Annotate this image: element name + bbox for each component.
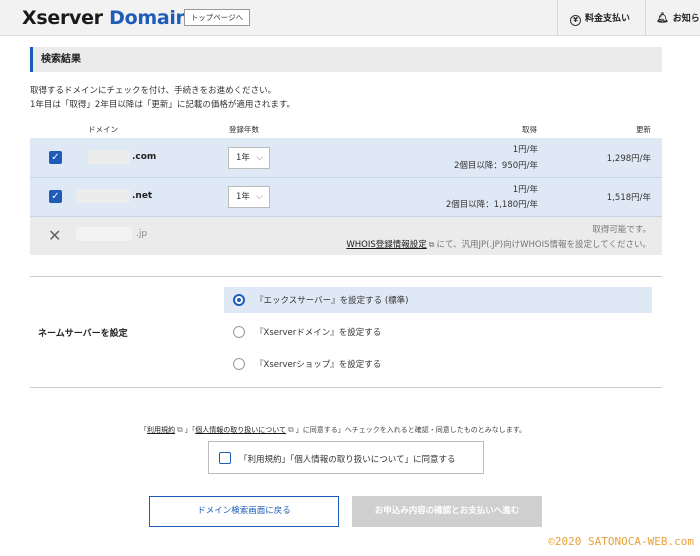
terms-link[interactable]: 利用規約: [147, 426, 175, 434]
radio-selected[interactable]: [233, 294, 245, 306]
year-select-net[interactable]: 1年 ⌵: [228, 186, 270, 208]
note-text: 」「: [184, 426, 196, 434]
whois-notice-text: にて、汎用JP(.JP)向けWHOIS情報を設定してください。: [436, 240, 651, 250]
divider: [30, 276, 662, 277]
chevron-down-icon: ⌵: [256, 153, 263, 163]
description-line-1: 取得するドメインにチェックを付け、手続きをお進めください。: [30, 86, 277, 96]
col-header-domain: ドメイン: [88, 125, 118, 134]
domain-row-net: ✓ .net 1年 ⌵ 1円/年 2個目以降：1,180円/年 1,518円/年: [30, 178, 662, 216]
tld-net: .net: [132, 191, 153, 201]
tld-com: .com: [132, 152, 157, 162]
unavailable-x-icon: ✕: [48, 226, 62, 245]
checkbox-com[interactable]: ✓: [49, 151, 62, 164]
radio-unselected[interactable]: [233, 358, 245, 370]
ns-option-label: 『Xserverショップ』を設定する: [255, 360, 382, 370]
top-page-button[interactable]: トップページへ: [184, 9, 250, 26]
external-link-icon: ⧉: [428, 240, 435, 249]
domain-row-jp: ✕ .jp 取得可能です。 WHOIS登録情報設定 ⧉ にて、汎用JP(.JP)向け…: [30, 217, 662, 255]
ns-option-xserver-domain[interactable]: 『Xserverドメイン』を設定する: [224, 319, 652, 345]
note-text: 」に同意する」へチェックを入れると確認・同意したものとみなします。: [295, 426, 527, 434]
xserver-domain-logo[interactable]: Xserver Domain: [22, 7, 189, 29]
ns-option-xserver[interactable]: 『エックスサーバー』を設定する (標準): [224, 287, 652, 313]
divider: [30, 387, 662, 388]
header-divider: [645, 0, 646, 36]
col-header-years: 登録年数: [229, 125, 259, 134]
agreement-note: 「利用規約 ⧉ 」「個人情報の取り扱いについて ⧉ 」に同意する」へチェックを入れると確…: [140, 425, 526, 435]
ns-option-xserver-shop[interactable]: 『Xserverショップ』を設定する: [224, 351, 652, 377]
external-link-icon: ⧉: [288, 425, 294, 434]
acquire-price-second: 2個目以降：950円/年: [454, 161, 538, 171]
external-link-icon: ⧉: [177, 425, 183, 434]
renew-price: 1,518円/年: [606, 193, 651, 203]
acquire-price-first: 1円/年: [512, 145, 538, 155]
year-select-com[interactable]: 1年 ⌵: [228, 147, 270, 169]
renew-price: 1,298円/年: [606, 154, 651, 164]
domain-row-com: ✓ .com 1年 ⌵ 1円/年 2個目以降：950円/年 1,298円/年: [30, 138, 662, 177]
billing-label: 料金支払い: [585, 14, 631, 24]
year-select-value: 1年: [236, 153, 250, 163]
header-divider: [557, 0, 558, 36]
bell-icon: 🔔︎: [656, 13, 669, 24]
ns-option-label: 『エックスサーバー』を設定する (標準): [255, 296, 409, 306]
tld-jp: .jp: [136, 229, 148, 239]
privacy-link[interactable]: 個人情報の取り扱いについて: [195, 426, 286, 434]
radio-unselected[interactable]: [233, 326, 245, 338]
section-title: 検索結果: [30, 47, 662, 72]
nameserver-label: ネームサーバーを設定: [38, 329, 128, 339]
domain-name-hidden: [76, 189, 130, 203]
proceed-to-payment-button[interactable]: お申込み内容の確認とお支払いへ進む: [352, 496, 542, 527]
checkbox-net[interactable]: ✓: [49, 190, 62, 203]
notice-link[interactable]: 🔔︎ お知ら: [656, 11, 700, 24]
logo-word-xserver: Xserver: [22, 7, 103, 29]
acquire-price-first: 1円/年: [512, 185, 538, 195]
ns-option-label: 『Xserverドメイン』を設定する: [255, 328, 382, 338]
col-header-renew: 更新: [636, 125, 651, 134]
status-available: 取得可能です。: [592, 225, 651, 235]
back-to-search-button[interactable]: ドメイン検索画面に戻る: [149, 496, 339, 527]
description-line-2: 1年目は「取得」2年目以降は「更新」に記載の価格が適用されます。: [30, 100, 295, 110]
notice-label: お知ら: [672, 14, 700, 24]
domain-name-hidden: [76, 227, 132, 241]
note-text: 「: [140, 426, 147, 434]
whois-settings-link[interactable]: WHOIS登録情報設定: [346, 240, 426, 250]
watermark: ©2020 SATONOCA-WEB.com: [548, 535, 694, 548]
agree-checkbox-label: 「利用規約」「個人情報の取り扱いについて」に同意する: [239, 455, 456, 465]
top-header: Xserver Domain トップページへ ¥ 料金支払い 🔔︎ お知ら: [0, 0, 700, 36]
billing-link[interactable]: ¥ 料金支払い: [570, 11, 630, 26]
year-select-value: 1年: [236, 192, 250, 202]
logo-word-domain: Domain: [109, 7, 189, 29]
domain-name-hidden: [88, 150, 130, 164]
agree-checkbox-box[interactable]: 「利用規約」「個人情報の取り扱いについて」に同意する: [208, 441, 484, 474]
chevron-down-icon: ⌵: [256, 192, 263, 202]
col-header-acquire: 取得: [522, 125, 537, 134]
yen-icon: ¥: [570, 15, 581, 26]
whois-notice: WHOIS登録情報設定 ⧉ にて、汎用JP(.JP)向けWHOIS情報を設定してくだ…: [346, 238, 651, 250]
agree-checkbox[interactable]: [219, 452, 231, 464]
acquire-price-second: 2個目以降：1,180円/年: [445, 200, 538, 210]
